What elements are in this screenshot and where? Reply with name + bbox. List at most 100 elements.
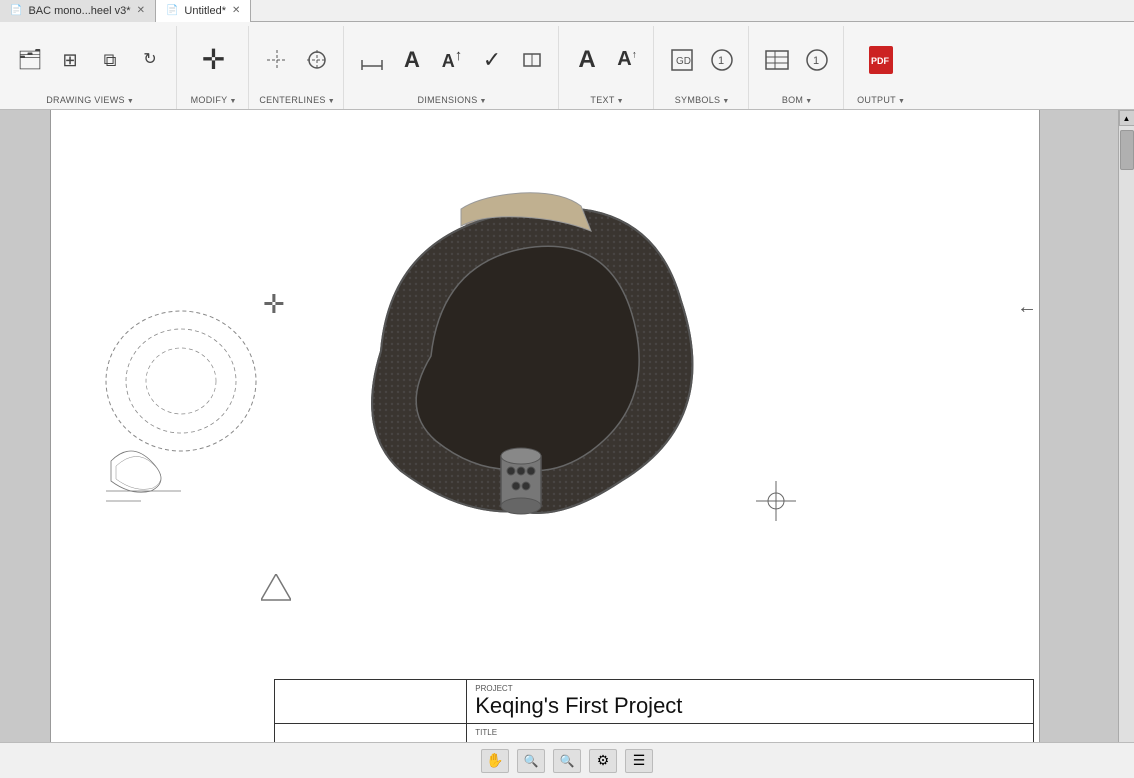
output-pdf-icon: PDF	[865, 44, 897, 76]
zoom-in-btn[interactable]: 🔍	[553, 749, 581, 773]
text-up-btn[interactable]: A↑	[609, 46, 645, 73]
project-label: PROJECT	[475, 684, 512, 693]
zoom-out-icon: 🔍	[524, 754, 539, 768]
zoom-in-icon: 🔍	[560, 754, 575, 768]
dimensions-label: DIMENSIONS	[418, 93, 478, 109]
bottom-bar: ✋ 🔍 🔍 ⚙ ☰	[0, 742, 1134, 778]
drawing-sheet: ✛ ← PROJECT Keqing's First Project	[50, 110, 1040, 742]
toolbar: 🗂 ⊞ ⧉ ↻ DRAWING VIEWS ▼ ✛ MODIFY ▼	[0, 22, 1134, 110]
dim-linear-icon	[358, 46, 386, 74]
move-icon: ✛	[202, 46, 225, 74]
dim-linear-btn[interactable]	[354, 44, 390, 76]
grid-icon: ⊞	[62, 51, 77, 69]
dim-box-btn[interactable]	[514, 44, 550, 76]
toolbar-group-bom: 1 BOM ▼	[751, 26, 844, 109]
tab-close-1[interactable]: ✕	[137, 5, 145, 16]
toolbar-group-output: PDF OUTPUT ▼	[846, 26, 916, 109]
title-label: TITLE	[475, 728, 497, 737]
dimensions-dropdown[interactable]: ▼	[480, 98, 487, 105]
dim-check-btn[interactable]: ✓	[474, 45, 510, 75]
svg-text:GD: GD	[676, 56, 691, 67]
scroll-thumb[interactable]	[1120, 130, 1134, 170]
text-label: TEXT	[590, 93, 614, 109]
layers-btn[interactable]: ☰	[625, 749, 653, 773]
tab-untitled[interactable]: 📄 Untitled* ✕	[156, 0, 251, 22]
dim-text-up-icon: A↑	[442, 47, 463, 72]
centerline-2-btn[interactable]	[299, 44, 335, 76]
symbols-label: SYMBOLS	[675, 93, 721, 109]
symbols-circle-icon: 1	[708, 46, 736, 74]
centerline-1-btn[interactable]	[259, 44, 295, 76]
tab-close-2[interactable]: ✕	[232, 5, 240, 16]
dim-text-icon: A	[404, 47, 420, 73]
toolbar-group-symbols: GD 1 SYMBOLS ▼	[656, 26, 749, 109]
hand-tool-btn[interactable]: ✋	[481, 749, 509, 773]
title-value: BAC mono steering wheel	[475, 737, 822, 742]
drawing-canvas[interactable]: ✛ ← PROJECT Keqing's First Project	[0, 110, 1118, 742]
title-bar: 📄 BAC mono...heel v3* ✕ 📄 Untitled* ✕	[0, 0, 1134, 22]
drawing-views-label: DRAWING VIEWS	[46, 93, 125, 109]
scrollbar-right[interactable]: ▲	[1118, 110, 1134, 742]
scroll-up-arrow[interactable]: ▲	[1119, 110, 1134, 126]
toolbar-group-drawing-views: 🗂 ⊞ ⧉ ↻ DRAWING VIEWS ▼	[4, 26, 177, 109]
modify-label: MODIFY	[191, 93, 228, 109]
dim-check-icon: ✓	[483, 47, 501, 73]
modify-dropdown[interactable]: ▼	[229, 98, 236, 105]
toolbar-group-dimensions: A A↑ ✓ DIMENSIONS ▼	[346, 26, 559, 109]
drawing-views-grid-btn[interactable]: ⊞	[52, 49, 88, 71]
text-dropdown[interactable]: ▼	[617, 98, 624, 105]
drawing-views-rotate-btn[interactable]: ↻	[132, 50, 168, 70]
drawing-views-dropdown[interactable]: ▼	[127, 98, 134, 105]
centerlines-label: CENTERLINES	[259, 93, 325, 109]
output-dropdown[interactable]: ▼	[898, 98, 905, 105]
bom-table-btn[interactable]	[759, 44, 795, 76]
settings-icon: ⚙	[597, 752, 610, 769]
steering-wheel-svg	[101, 110, 801, 551]
output-label: OUTPUT	[857, 93, 896, 109]
scale-indicator-svg	[261, 574, 291, 604]
tab-file-icon-2: 📄	[166, 5, 178, 16]
dim-text-up-btn[interactable]: A↑	[434, 45, 470, 74]
toolbar-group-text: A A↑ TEXT ▼	[561, 26, 654, 109]
centerlines-dropdown[interactable]: ▼	[328, 98, 335, 105]
symbols-box-icon: GD	[668, 46, 696, 74]
drawing-views-folder-btn[interactable]: 🗂	[12, 48, 48, 72]
layers-bottom-icon: ☰	[633, 752, 646, 769]
tb-cell-title: TITLE BAC mono steering wheel	[467, 724, 1033, 742]
layers-icon: ⧉	[104, 51, 117, 69]
rotate-icon: ↻	[143, 52, 156, 68]
drawing-views-layers-btn[interactable]: ⧉	[92, 49, 128, 71]
text-icon: A	[578, 46, 595, 74]
symbols-circle-btn[interactable]: 1	[704, 44, 740, 76]
title-block: PROJECT Keqing's First Project TITLE BAC…	[274, 679, 1034, 742]
settings-btn[interactable]: ⚙	[589, 749, 617, 773]
modify-move-btn[interactable]: ✛	[196, 44, 232, 76]
tb-row-project: PROJECT Keqing's First Project	[275, 680, 1033, 724]
right-arrow-cursor: ←	[1017, 296, 1037, 319]
hand-icon: ✋	[486, 752, 503, 769]
project-value: Keqing's First Project	[475, 693, 682, 719]
bom-circle-icon: 1	[803, 46, 831, 74]
symbols-dropdown[interactable]: ▼	[722, 98, 729, 105]
tb-cell-empty-left2	[275, 724, 467, 742]
centerline-2-icon	[303, 46, 331, 74]
tab-bac-mono[interactable]: 📄 BAC mono...heel v3* ✕	[0, 0, 156, 22]
tb-cell-project: PROJECT Keqing's First Project	[467, 680, 1033, 723]
text-up-icon: A↑	[617, 48, 636, 71]
tb-row-title: TITLE BAC mono steering wheel	[275, 724, 1033, 742]
bom-dropdown[interactable]: ▼	[805, 98, 812, 105]
text-btn[interactable]: A	[569, 44, 605, 76]
svg-text:1: 1	[718, 55, 724, 67]
dim-text-btn[interactable]: A	[394, 45, 430, 75]
bom-label: BOM	[782, 93, 803, 109]
svg-text:PDF: PDF	[871, 56, 890, 66]
toolbar-group-centerlines: CENTERLINES ▼	[251, 26, 344, 109]
symbols-box-btn[interactable]: GD	[664, 44, 700, 76]
output-pdf-btn[interactable]: PDF	[861, 42, 901, 78]
tb-cell-empty-left	[275, 680, 467, 723]
dim-box-icon	[518, 46, 546, 74]
zoom-out-btn[interactable]: 🔍	[517, 749, 545, 773]
bom-circle-btn[interactable]: 1	[799, 44, 835, 76]
move-cursor-icon: ✛	[263, 289, 285, 320]
main-area: ✛ ← PROJECT Keqing's First Project	[0, 110, 1134, 742]
